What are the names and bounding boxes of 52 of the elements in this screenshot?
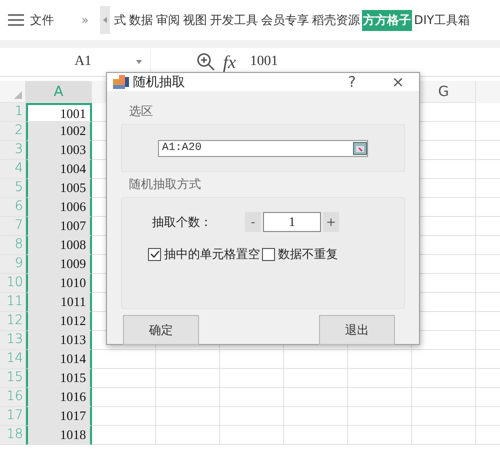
increment-button[interactable]: + — [323, 212, 339, 232]
ribbon-tab[interactable]: 式 — [113, 10, 127, 30]
table-cell: 1001 — [26, 103, 92, 122]
count-label: 抽取个数： — [152, 214, 213, 230]
table-cell: 1007 — [26, 217, 92, 236]
checkbox-label[interactable]: 数据不重复 — [278, 246, 338, 263]
ok-button[interactable]: 确定 — [123, 315, 199, 345]
table-cell: 1011 — [26, 293, 92, 312]
table-cell: 1004 — [26, 160, 92, 179]
formula-value[interactable]: 1001 — [250, 54, 278, 70]
table-cell: 1016 — [26, 388, 92, 407]
group-label: 随机抽取方式 — [129, 176, 202, 193]
table-cell: 1018 — [26, 426, 92, 445]
table-cell: 1010 — [26, 274, 92, 293]
ribbon-tab[interactable]: 数据 — [128, 10, 154, 30]
dialog-title: 随机抽取 — [133, 74, 186, 91]
table-cell: 1014 — [26, 350, 92, 369]
ribbon-tab[interactable]: 视图 — [182, 10, 208, 30]
ribbon-tab[interactable]: 稻壳资源 — [311, 10, 361, 30]
zoom-icon[interactable] — [197, 53, 215, 71]
exit-button[interactable]: 退出 — [319, 315, 395, 345]
help-button[interactable]: ? — [331, 73, 373, 91]
ribbon-tab[interactable]: 方方格子 — [362, 10, 412, 30]
dropdown-caret-icon — [136, 60, 142, 64]
table-cell: 1002 — [26, 122, 92, 141]
table-cell: 1015 — [26, 369, 92, 388]
overflow-button[interactable]: » — [70, 12, 100, 28]
group-label: 选区 — [129, 103, 154, 120]
table-cell: 1006 — [26, 198, 92, 217]
decrement-button[interactable]: - — [245, 212, 261, 232]
checkbox[interactable] — [148, 248, 161, 261]
app-icon — [113, 75, 129, 89]
range-picker-icon[interactable] — [353, 142, 367, 154]
table-cell: 1013 — [26, 331, 92, 350]
range-field[interactable]: A1:A20 — [158, 140, 368, 156]
ribbon-tab[interactable]: 审阅 — [155, 10, 181, 30]
ribbon-tab[interactable]: 会员专享 — [260, 10, 310, 30]
table-cell: 1005 — [26, 179, 92, 198]
menu-icon — [8, 14, 24, 26]
checkbox[interactable] — [262, 248, 275, 261]
table-cell: 1017 — [26, 407, 92, 426]
ribbon-tab[interactable]: 开发工具 — [209, 10, 259, 30]
left-arrow-icon — [103, 17, 107, 23]
table-cell: 1003 — [26, 141, 92, 160]
file-menu[interactable]: 文件 — [0, 12, 62, 28]
count-field[interactable]: 1 — [263, 212, 321, 232]
table-cell: 1009 — [26, 255, 92, 274]
function-label[interactable]: fx — [223, 52, 236, 72]
checkbox-label[interactable]: 抽中的单元格置空 — [164, 246, 260, 263]
table-cell: 1008 — [26, 236, 92, 255]
table-cell: 1012 — [26, 312, 92, 331]
ribbon-tab[interactable]: DIY工具箱 — [413, 10, 472, 30]
